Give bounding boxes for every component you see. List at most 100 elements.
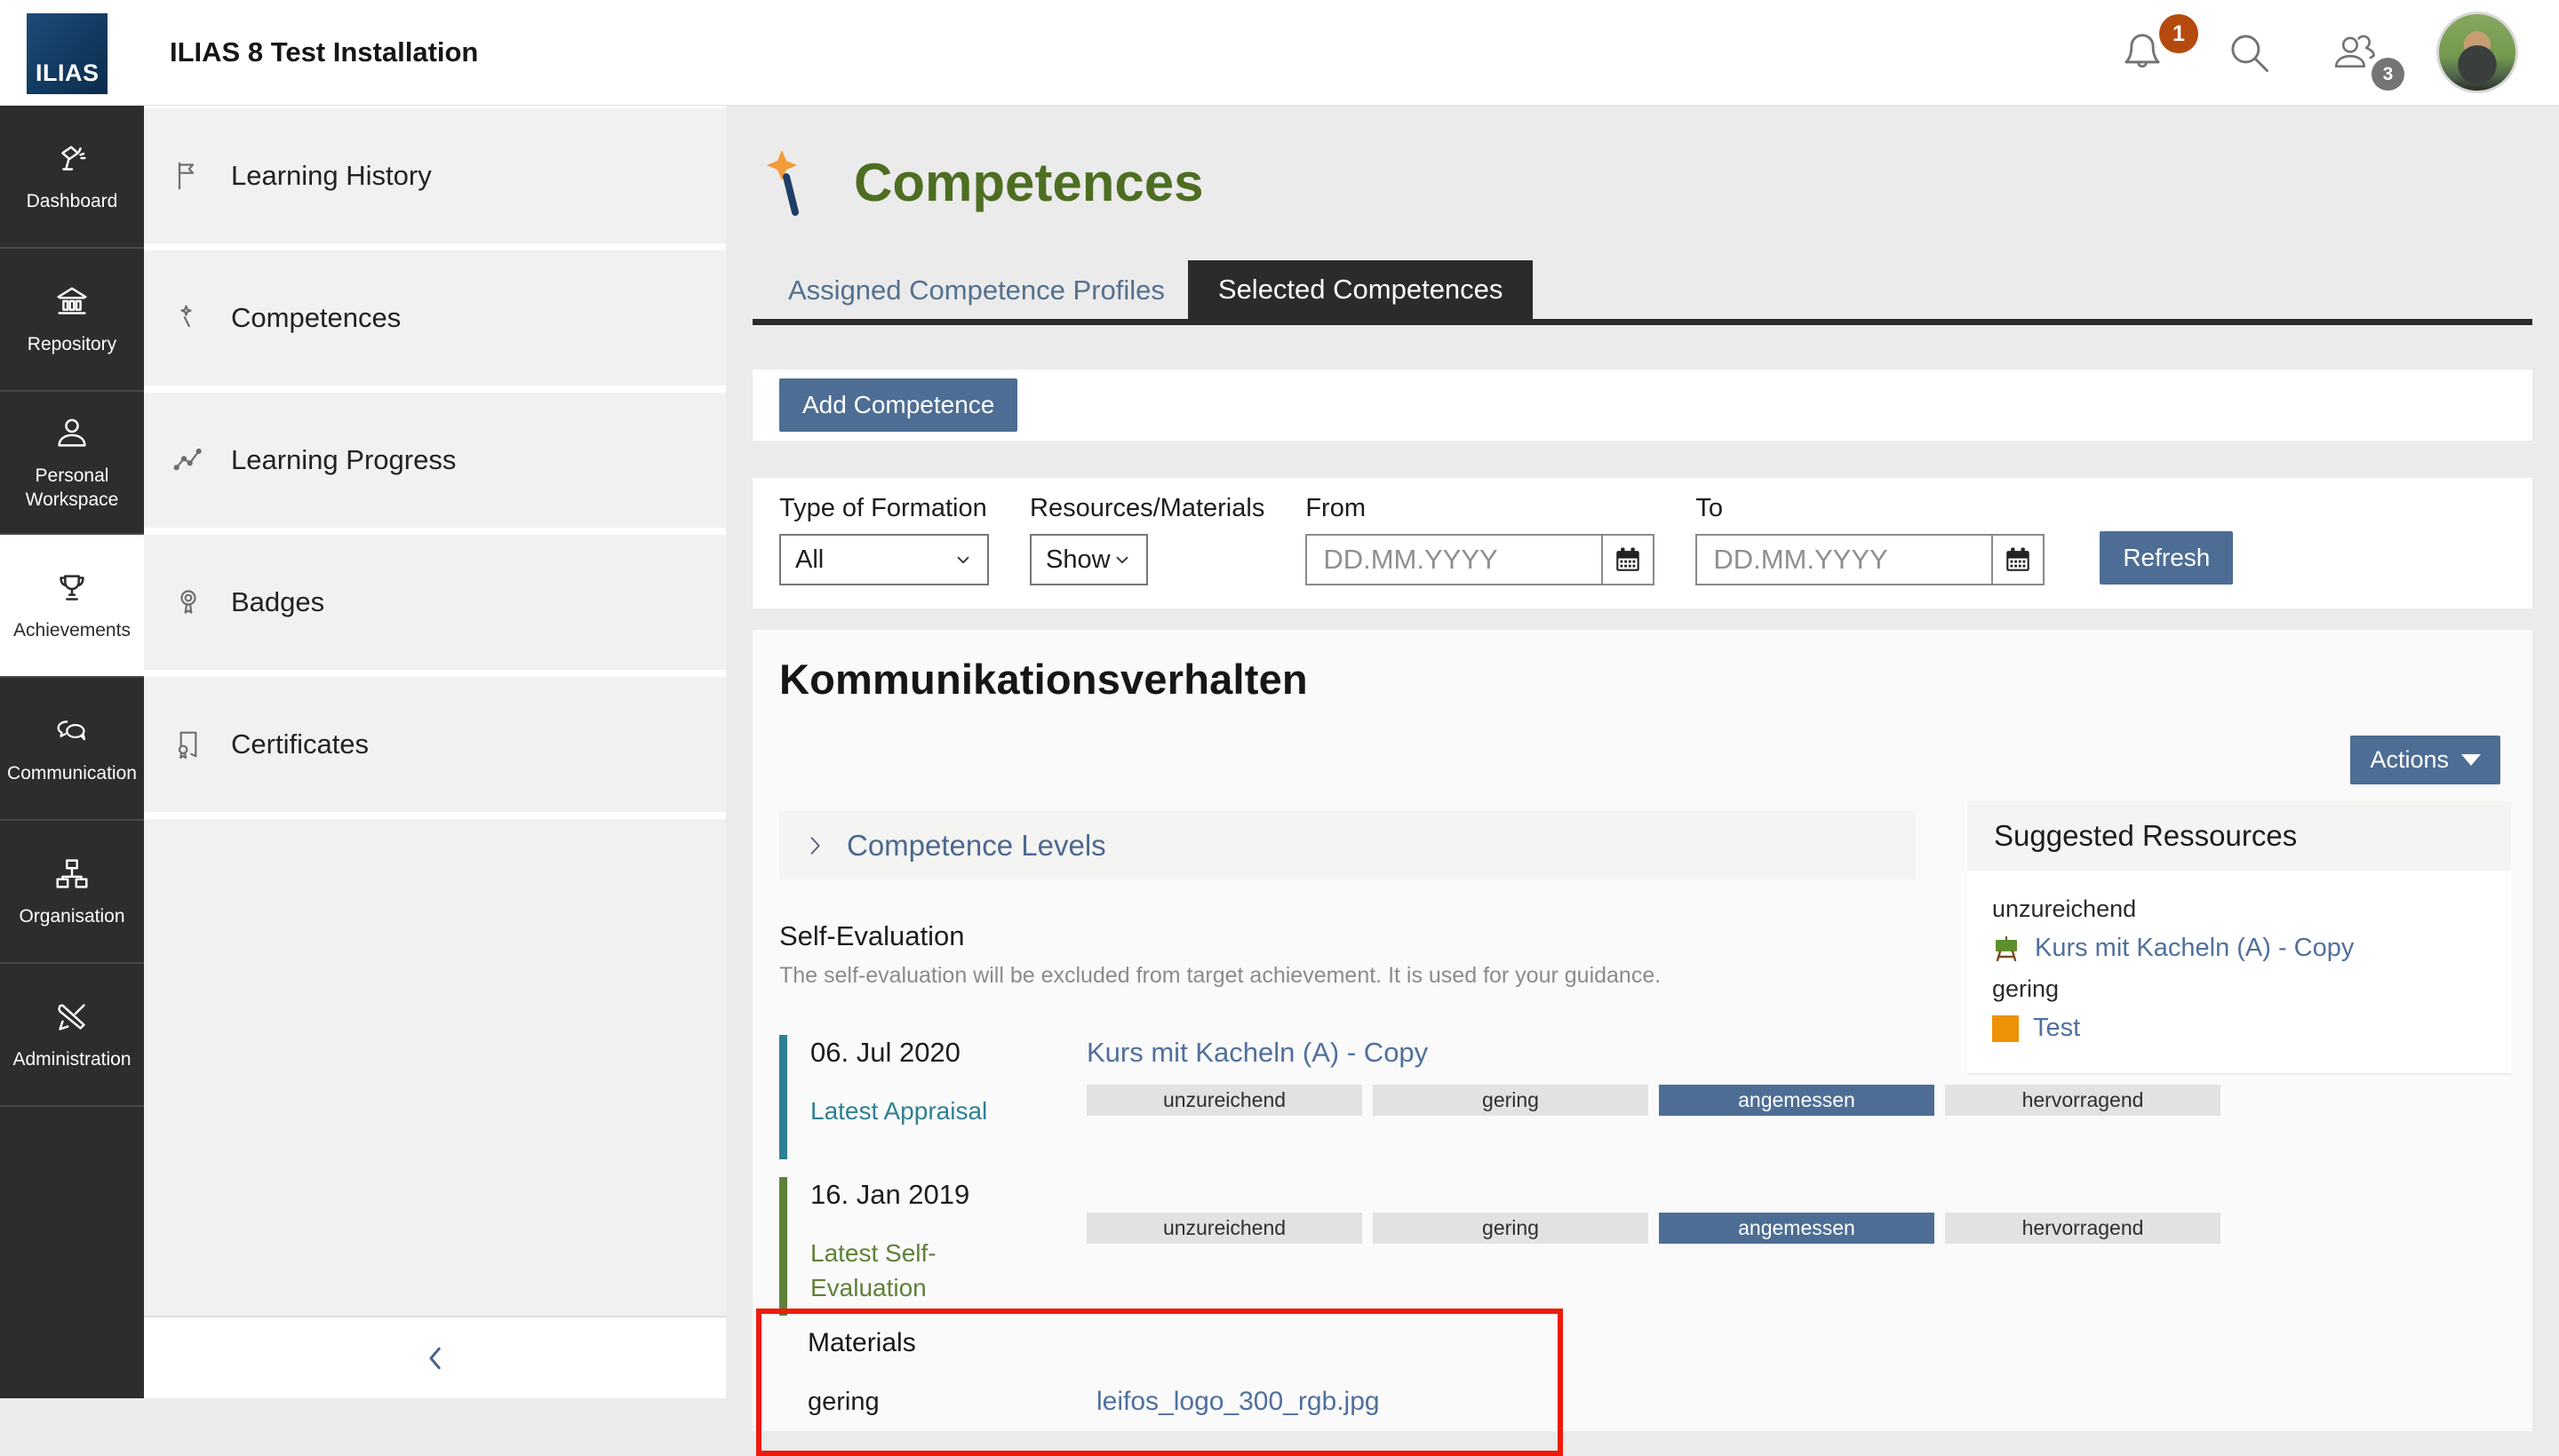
materials-title: Materials: [808, 1328, 1540, 1358]
page-title: Competences: [854, 152, 1203, 213]
add-competence-button[interactable]: Add Competence: [779, 378, 1017, 432]
toolbar-panel: Add Competence: [753, 370, 2532, 441]
suggested-level-label: gering: [1992, 975, 2486, 1003]
sidebar-item-label: Achievements: [13, 619, 131, 642]
filter-panel: Type of Formation All Resources/Material…: [753, 478, 2532, 609]
filter-label: To: [1695, 494, 2045, 523]
materials-file-link[interactable]: leifos_logo_300_rgb.jpg: [1096, 1387, 1380, 1417]
scale-segment[interactable]: gering: [1373, 1085, 1648, 1116]
entry-type-label: Latest Appraisal: [810, 1094, 1024, 1128]
actions-button-label: Actions: [2370, 746, 2449, 774]
resources-materials-select[interactable]: Show: [1030, 534, 1148, 585]
scale-segment[interactable]: unzureichend: [1087, 1213, 1362, 1244]
competence-panel: Kommunikationsverhalten Actions Suggeste…: [753, 630, 2532, 1431]
sidebar-item-communication[interactable]: Communication: [0, 678, 144, 821]
organisation-icon: [52, 854, 92, 895]
slate-item-badges[interactable]: Badges: [144, 535, 726, 670]
refresh-wrap: Refresh: [2100, 531, 2233, 585]
sidebar-item-dashboard[interactable]: Dashboard: [0, 106, 144, 249]
competences-wand-icon: [761, 148, 820, 216]
filter-label: Resources/Materials: [1030, 494, 1264, 523]
logo-text: ILIAS: [36, 60, 100, 87]
competence-scale: unzureichend gering angemessen hervorrag…: [1087, 1085, 2511, 1116]
badge-icon: [171, 585, 206, 620]
ilias-logo[interactable]: ILIAS: [27, 13, 108, 94]
scale-segment[interactable]: hervorragend: [1945, 1085, 2220, 1116]
notifications-button[interactable]: 1: [2117, 27, 2168, 78]
dashboard-icon: [52, 139, 92, 179]
top-header: ILIAS ILIAS 8 Test Installation 1 3: [0, 0, 2559, 106]
competence-heading: Kommunikationsverhalten: [779, 655, 2511, 704]
competence-scale: unzureichend gering angemessen hervorrag…: [1087, 1213, 2511, 1244]
entry-resource-link[interactable]: Kurs mit Kacheln (A) - Copy: [1087, 1037, 1428, 1069]
actions-button[interactable]: Actions: [2350, 736, 2500, 784]
chevron-right-icon: [802, 833, 827, 858]
scale-segment[interactable]: hervorragend: [1945, 1213, 2220, 1244]
scale-segment[interactable]: gering: [1373, 1213, 1648, 1244]
suggested-resources-body: unzureichend Kurs mit Kacheln (A) - Copy…: [1967, 871, 2511, 1075]
course-icon: [1992, 935, 2021, 963]
scale-segment[interactable]: angemessen: [1659, 1085, 1934, 1116]
from-calendar-button[interactable]: [1601, 536, 1653, 584]
tab-selected-competences[interactable]: Selected Competences: [1188, 260, 1534, 319]
caret-down-icon: [2461, 754, 2481, 766]
personal-workspace-icon: [52, 413, 92, 454]
competence-levels-accordion[interactable]: Competence Levels: [779, 811, 1916, 879]
tab-assigned-competence-profiles[interactable]: Assigned Competence Profiles: [765, 262, 1188, 319]
main-content: Competences Assigned Competence Profiles…: [726, 106, 2559, 1398]
sidebar-item-repository[interactable]: Repository: [0, 249, 144, 392]
contacts-button[interactable]: 3: [2330, 27, 2381, 78]
chevron-left-icon: [418, 1341, 453, 1376]
entry-meta: 16. Jan 2019 Latest Self-Evaluation: [787, 1177, 1087, 1316]
suggested-resource-test-link[interactable]: Test: [1992, 1014, 2486, 1043]
slate-item-label: Learning Progress: [231, 444, 456, 476]
tab-bar: Assigned Competence Profiles Selected Co…: [753, 260, 2532, 325]
sidebar-item-organisation[interactable]: Organisation: [0, 821, 144, 964]
achievements-icon: [52, 568, 92, 609]
sidebar-item-label: Administration: [12, 1048, 131, 1071]
materials-level: gering: [808, 1388, 1096, 1417]
to-date-input[interactable]: [1697, 536, 1991, 584]
app-shell: Dashboard Repository Personal Workspace …: [0, 106, 2559, 1398]
search-button[interactable]: [2223, 27, 2275, 78]
slate-item-certificates[interactable]: Certificates: [144, 677, 726, 812]
refresh-button[interactable]: Refresh: [2100, 531, 2233, 585]
entry-meta: 06. Jul 2020 Latest Appraisal: [787, 1035, 1087, 1159]
entry-detail: unzureichend gering angemessen hervorrag…: [1087, 1177, 2511, 1316]
scale-segment[interactable]: angemessen: [1659, 1213, 1934, 1244]
from-date-input[interactable]: [1307, 536, 1601, 584]
search-icon: [2223, 27, 2275, 78]
notifications-badge: 1: [2159, 14, 2198, 53]
chevron-down-icon: [953, 550, 973, 569]
slate-item-competences[interactable]: Competences: [144, 251, 726, 386]
sidebar-item-personal-workspace[interactable]: Personal Workspace: [0, 392, 144, 535]
materials-row: gering leifos_logo_300_rgb.jpg: [808, 1387, 1540, 1417]
select-value: All: [795, 545, 824, 575]
suggested-resource-course-link[interactable]: Kurs mit Kacheln (A) - Copy: [1992, 934, 2486, 963]
flag-icon: [171, 158, 206, 194]
achievements-slate: Learning History Competences Learning Pr…: [144, 106, 726, 1398]
page-head: Competences: [753, 148, 2532, 216]
scale-segment[interactable]: unzureichend: [1087, 1085, 1362, 1116]
accordion-label: Competence Levels: [847, 829, 1106, 863]
sidebar-item-achievements[interactable]: Achievements: [0, 535, 144, 678]
sidebar-item-label: Personal Workspace: [4, 465, 140, 512]
sidebar-item-administration[interactable]: Administration: [0, 964, 144, 1107]
slate-item-learning-progress[interactable]: Learning Progress: [144, 393, 726, 528]
header-actions: 1 3: [2117, 12, 2559, 93]
suggested-resource-label: Kurs mit Kacheln (A) - Copy: [2035, 934, 2354, 963]
avatar[interactable]: [2436, 12, 2518, 93]
to-calendar-button[interactable]: [1991, 536, 2043, 584]
slate-item-label: Certificates: [231, 728, 369, 760]
main-sidebar: Dashboard Repository Personal Workspace …: [0, 106, 144, 1398]
filter-from: From: [1305, 494, 1654, 585]
collapse-slate-button[interactable]: [144, 1316, 726, 1398]
entry-date: 16. Jan 2019: [810, 1179, 1087, 1211]
type-of-formation-select[interactable]: All: [779, 534, 989, 585]
slate-item-label: Learning History: [231, 160, 432, 192]
filter-label: From: [1305, 494, 1654, 523]
calendar-icon: [1613, 545, 1643, 575]
entry-type-label: Latest Self-Evaluation: [810, 1236, 1024, 1305]
slate-item-label: Badges: [231, 586, 324, 618]
slate-item-learning-history[interactable]: Learning History: [144, 108, 726, 243]
